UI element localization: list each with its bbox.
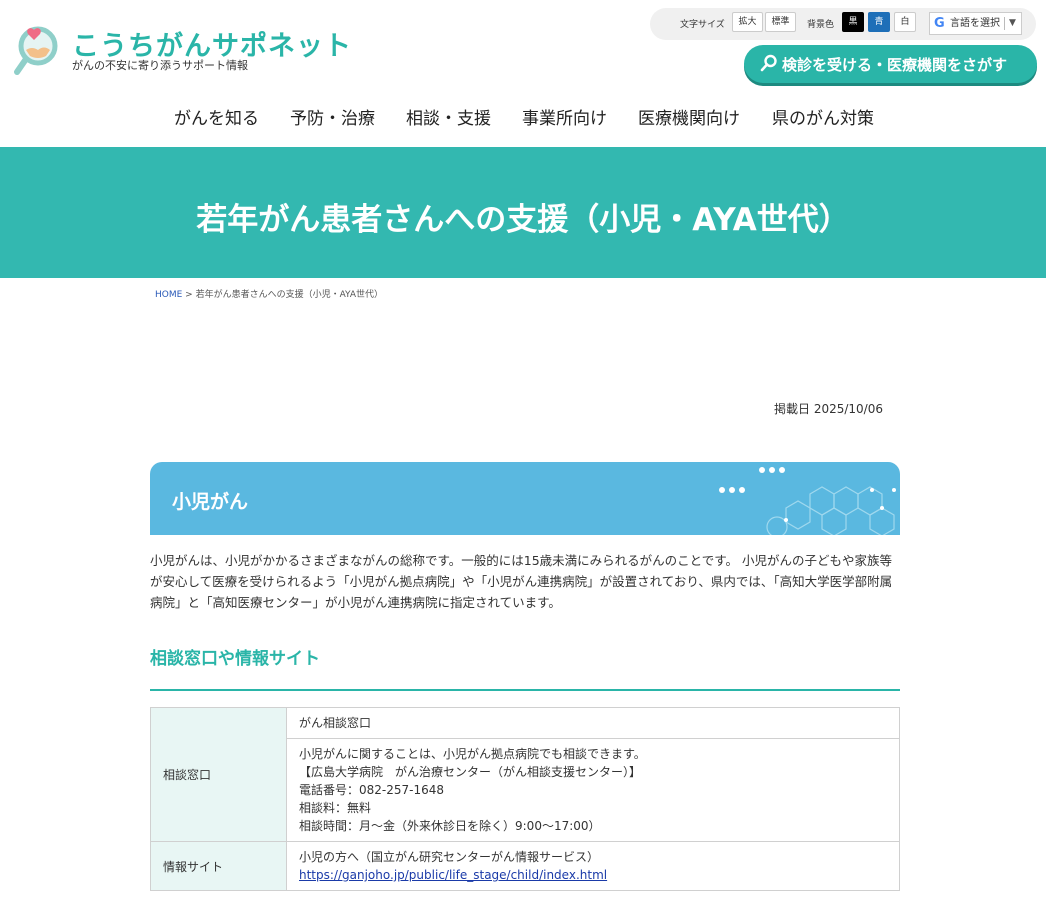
nav-item-business[interactable]: 事業所向け (522, 104, 607, 129)
consultation-note: 小児がんに関することは、小児がん拠点病院でも相談できます。 (299, 747, 646, 761)
search-button-label: 検診を受ける・医療機関をさがす (782, 56, 1008, 74)
subsection-heading: 相談窓口や情報サイト (150, 649, 320, 669)
page-hero: 若年がん患者さんへの支援（小児・AYA世代） (0, 147, 1046, 278)
bg-black-button[interactable]: 黒 (842, 12, 864, 32)
table-row: 情報サイト 小児の方へ（国立がん研究センターがん情報サービス） https://… (150, 841, 900, 891)
nav-item-consultation[interactable]: 相談・支援 (406, 104, 491, 129)
nav-item-prevention[interactable]: 予防・治療 (290, 104, 375, 129)
breadcrumb-home-link[interactable]: HOME (155, 290, 182, 300)
font-size-large-button[interactable]: 拡大 (732, 12, 763, 32)
nav-item-medical[interactable]: 医療機関向け (638, 104, 740, 129)
dots-icon (719, 487, 745, 493)
font-size-normal-button[interactable]: 標準 (765, 12, 796, 32)
table-header-cell: 情報サイト (150, 841, 287, 891)
bg-blue-button[interactable]: 青 (868, 12, 890, 32)
site-subtitle: がんの不安に寄り添うサポート情報 (72, 59, 248, 72)
consultation-desk-title: がん相談窓口 (299, 716, 372, 730)
bg-color-label: 背景色 (807, 20, 835, 30)
published-date: 掲載日 2025/10/06 (774, 402, 883, 416)
table-header-cell: 相談窓口 (150, 707, 287, 842)
table-cell: がん相談窓口 (286, 707, 900, 739)
google-icon: G (934, 16, 945, 31)
site-logo[interactable]: こうちがんサポネット がんの不安に寄り添うサポート情報 (12, 20, 351, 80)
search-icon (760, 54, 777, 72)
consultation-table: 相談窓口 がん相談窓口 小児がんに関することは、小児がん拠点病院でも相談できます… (150, 707, 900, 891)
section-intro: 小児がんは、小児がかかるさまざまながんの総称です。一般的には15歳未満にみられる… (150, 553, 893, 610)
find-medical-institution-button[interactable]: 検診を受ける・医療機関をさがす (744, 45, 1037, 83)
hexagon-decoration-icon (766, 486, 896, 535)
page-title: 若年がん患者さんへの支援（小児・AYA世代） (196, 202, 850, 238)
dots-icon (759, 467, 785, 473)
table-cell: 小児の方へ（国立がん研究センターがん情報サービス） https://ganjoh… (286, 841, 900, 891)
nav-item-learn[interactable]: がんを知る (174, 104, 259, 129)
breadcrumb: HOME > 若年がん患者さんへの支援（小児・AYA世代） (155, 287, 383, 300)
language-select[interactable]: G 言語を選択 ▼ (929, 12, 1022, 35)
info-site-link[interactable]: https://ganjoho.jp/public/life_stage/chi… (299, 866, 887, 884)
section-heading: 小児がん (172, 491, 249, 513)
dropdown-arrow-icon: ▼ (1009, 18, 1016, 28)
bg-white-button[interactable]: 白 (894, 12, 916, 32)
divider (150, 689, 900, 691)
table-row: 相談窓口 がん相談窓口 (150, 707, 900, 842)
table-cell: 小児がんに関することは、小児がん拠点病院でも相談できます。 【広島大学病院 がん… (286, 738, 900, 842)
breadcrumb-separator: > (182, 290, 196, 300)
consultation-fee: 相談料：無料 (299, 801, 372, 815)
section-banner: 小児がん (150, 462, 900, 535)
divider (1004, 17, 1005, 30)
font-size-label: 文字サイズ (680, 20, 725, 30)
nav-item-prefecture[interactable]: 県のがん対策 (772, 104, 874, 129)
magnifier-heart-icon (14, 26, 58, 75)
language-select-label: 言語を選択 (950, 18, 1000, 29)
info-site-description: 小児の方へ（国立がん研究センターがん情報サービス） (299, 850, 600, 864)
global-nav: がんを知る 予防・治療 相談・支援 事業所向け 医療機関向け 県のがん対策 (0, 100, 1046, 130)
consultation-hospital: 【広島大学病院 がん治療センター（がん相談支援センター）】 (299, 765, 642, 779)
breadcrumb-current: 若年がん患者さんへの支援（小児・AYA世代） (195, 290, 383, 300)
consultation-phone: 電話番号：082-257-1648 (299, 783, 445, 797)
consultation-hours: 相談時間：月～金（外来休診日を除く）9:00～17:00） (299, 819, 601, 833)
